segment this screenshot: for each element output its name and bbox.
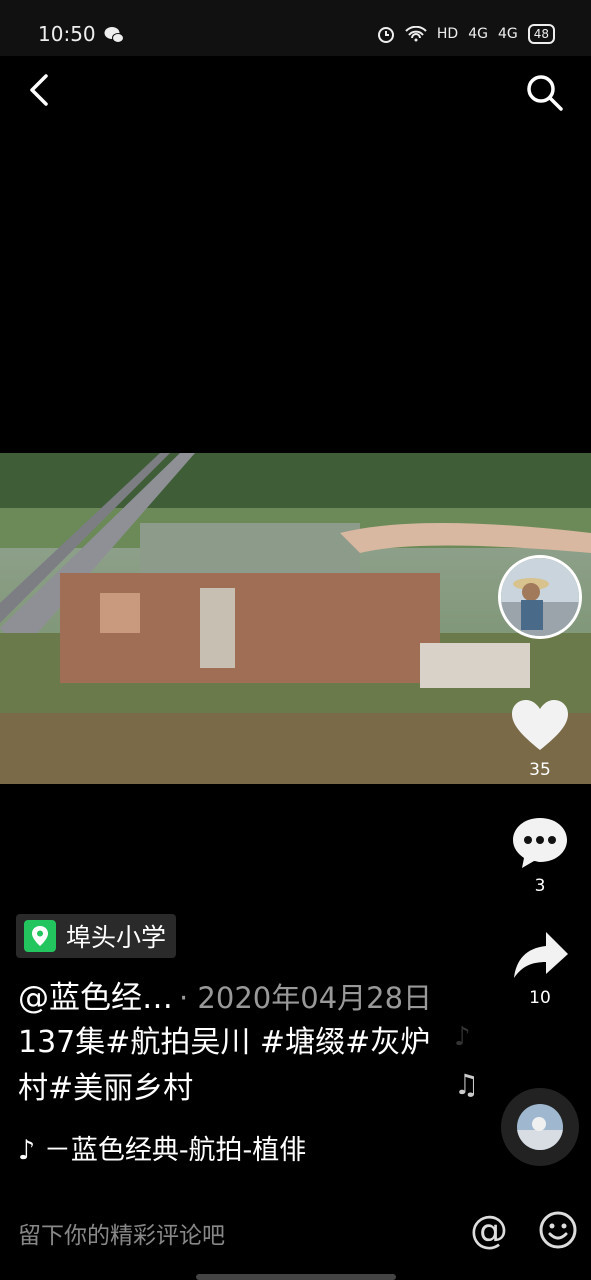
back-icon[interactable] — [24, 70, 60, 110]
status-time: 10:50 — [38, 22, 96, 46]
like-count: 35 — [529, 760, 551, 780]
search-icon[interactable] — [522, 70, 566, 114]
wechat-icon — [104, 27, 124, 43]
author-avatar[interactable] — [498, 555, 582, 639]
emoji-icon[interactable] — [538, 1210, 578, 1250]
post-date: · 2020年04月28日 — [179, 981, 433, 1015]
music-note-icon: ♪ — [454, 1022, 471, 1052]
status-bar: 10:50 HD 4G 4G 48 — [0, 0, 591, 56]
avatar-image — [501, 558, 579, 636]
share-icon — [514, 932, 568, 978]
comment-count: 3 — [534, 876, 546, 896]
music-title[interactable]: ♪ －蓝色经典-航拍-植俳 — [18, 1128, 308, 1167]
signal-2: 4G — [497, 26, 518, 42]
comment-icon — [513, 818, 567, 868]
comment-input[interactable]: 留下你的精彩评论吧 — [18, 1216, 225, 1250]
music-note-icon: ♫ — [454, 1068, 480, 1101]
video-player[interactable] — [0, 453, 591, 784]
alarm-icon — [377, 27, 394, 43]
signal-1: 4G — [468, 26, 488, 42]
disc-cover — [517, 1104, 563, 1150]
music-disc[interactable] — [501, 1088, 579, 1166]
home-indicator — [196, 1274, 396, 1280]
battery-indicator: 48 — [527, 24, 555, 44]
comment-button[interactable]: 3 — [505, 814, 575, 896]
location-pin-icon — [24, 920, 56, 952]
share-count: 10 — [529, 988, 551, 1008]
network-hd: HD — [436, 26, 459, 42]
comment-bar: 留下你的精彩评论吧 @ — [0, 1200, 591, 1262]
wifi-icon — [405, 26, 427, 42]
like-button[interactable]: 35 — [505, 698, 575, 780]
heart-icon — [512, 700, 568, 750]
system-icons: HD 4G 4G 48 — [377, 24, 555, 44]
author-row: @蓝色经… · 2020年04月28日 — [18, 972, 432, 1017]
share-button[interactable]: 10 — [505, 930, 575, 1008]
location-tag[interactable]: 埠头小学 — [16, 914, 177, 958]
post-caption[interactable]: 137集#航拍吴川 #塘缀#灰炉村#美丽乡村 — [18, 1020, 438, 1112]
author-name[interactable]: @蓝色经… — [18, 980, 173, 1016]
location-label: 埠头小学 — [66, 923, 167, 952]
mention-button[interactable]: @ — [470, 1208, 508, 1252]
